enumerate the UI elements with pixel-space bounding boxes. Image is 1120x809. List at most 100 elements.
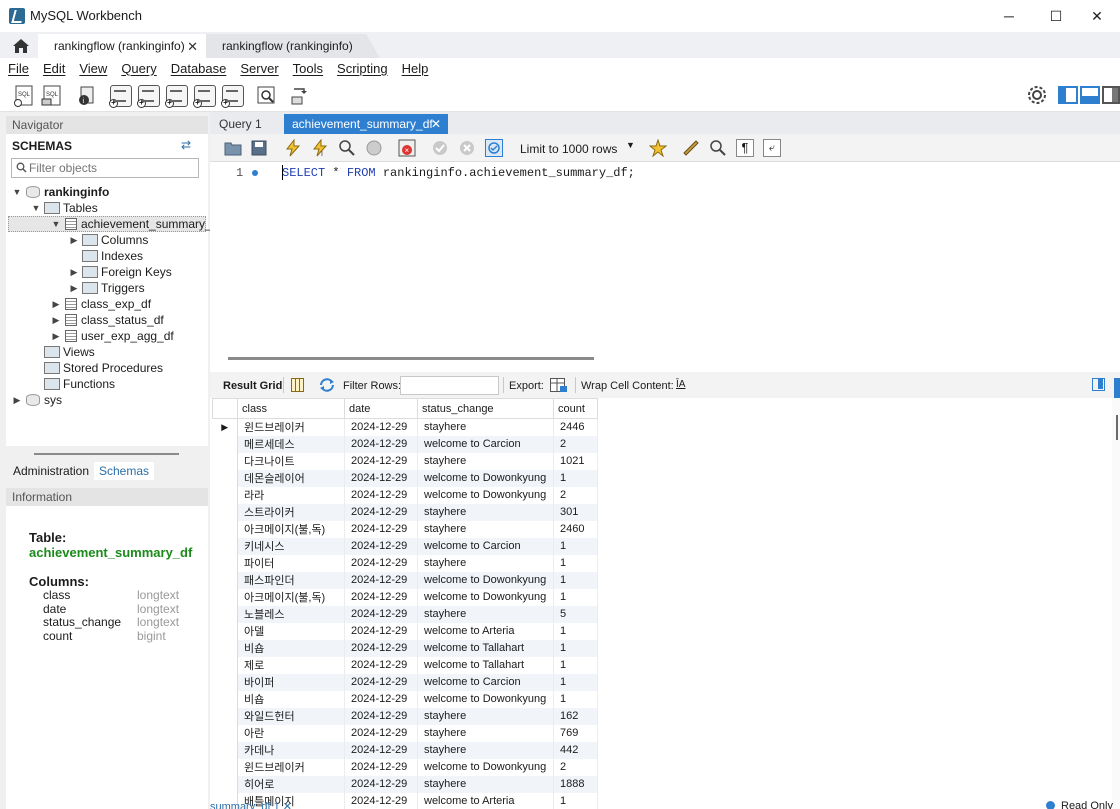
explain-icon[interactable] [338, 139, 356, 157]
table-cell[interactable]: 2 [553, 486, 598, 504]
filter-objects-input[interactable] [29, 160, 194, 176]
table-cell[interactable]: 비숍 [237, 690, 345, 708]
table-cell[interactable]: 2024-12-29 [344, 520, 418, 538]
tree-functions[interactable]: Functions [31, 376, 115, 392]
table-cell[interactable]: 1 [553, 690, 598, 708]
table-row[interactable]: 파이터 2024-12-29 stayhere 1 [212, 554, 598, 572]
table-cell[interactable]: stayhere [417, 707, 554, 725]
new-sql-tab-icon[interactable]: SQL [13, 85, 35, 107]
tree-triggers[interactable]: ▶ Triggers [69, 280, 145, 296]
table-cell[interactable]: 2024-12-29 [344, 792, 418, 809]
table-cell[interactable]: welcome to Dowonkyung [417, 690, 554, 708]
create-function-icon[interactable]: + [221, 85, 244, 108]
table-cell[interactable]: 2024-12-29 [344, 452, 418, 470]
tree-stored-procedures[interactable]: Stored Procedures [31, 360, 163, 376]
table-row[interactable]: 아델 2024-12-29 welcome to Arteria 1 [212, 622, 598, 640]
connection-tab[interactable]: rankingflow (rankinginfo) [206, 34, 380, 58]
table-cell[interactable]: 2 [553, 435, 598, 453]
table-row[interactable]: 바이퍼 2024-12-29 welcome to Carcion 1 [212, 673, 598, 691]
table-cell[interactable]: 769 [553, 724, 598, 742]
table-cell[interactable]: 442 [553, 741, 598, 759]
column-header-status-change[interactable]: status_change [417, 398, 554, 419]
table-cell[interactable]: 라라 [237, 486, 345, 504]
table-cell[interactable]: stayhere [417, 724, 554, 742]
column-header-count[interactable]: count [553, 398, 598, 419]
table-cell[interactable]: 아란 [237, 724, 345, 742]
table-cell[interactable]: 1 [553, 622, 598, 640]
row-header[interactable] [212, 639, 238, 657]
table-row[interactable]: 아크메이지(불,독) 2024-12-29 stayhere 2460 [212, 520, 598, 538]
row-header[interactable] [212, 605, 238, 623]
table-cell[interactable]: 히어로 [237, 775, 345, 793]
home-tab[interactable] [4, 34, 38, 58]
tree-indexes[interactable]: Indexes [69, 248, 143, 264]
inspector-icon[interactable]: i [76, 85, 98, 107]
open-file-icon[interactable] [224, 139, 242, 157]
table-cell[interactable]: 다크나이트 [237, 452, 345, 470]
create-table-icon[interactable]: + [137, 85, 160, 108]
rollback-icon[interactable] [458, 139, 476, 157]
table-cell[interactable]: 2024-12-29 [344, 707, 418, 725]
table-cell[interactable]: 1021 [553, 452, 598, 470]
table-row[interactable]: 와일드헌터 2024-12-29 stayhere 162 [212, 707, 598, 725]
table-row[interactable]: 스트라이커 2024-12-29 stayhere 301 [212, 503, 598, 521]
table-cell[interactable]: 1 [553, 469, 598, 487]
table-row[interactable]: 비숍 2024-12-29 welcome to Tallahart 1 [212, 639, 598, 657]
minimize-button[interactable]: ─ [986, 0, 1032, 32]
table-cell[interactable]: stayhere [417, 520, 554, 538]
execute-current-icon[interactable]: I [311, 138, 329, 158]
tree-columns[interactable]: ▶ Columns [69, 232, 149, 248]
table-cell[interactable]: 1 [553, 656, 598, 674]
table-cell[interactable]: 2024-12-29 [344, 418, 418, 436]
sql-editor[interactable] [210, 162, 1120, 352]
tree-foreign-keys[interactable]: ▶ Foreign Keys [69, 264, 172, 280]
filter-rows-input[interactable] [400, 376, 499, 395]
result-grid-table[interactable]: class date status_change count ▶ 윈드브레이커 20… [212, 398, 598, 809]
close-tab-icon[interactable]: ✕ [431, 114, 441, 134]
table-row[interactable]: 키네시스 2024-12-29 welcome to Carcion 1 [212, 537, 598, 555]
table-cell[interactable]: welcome to Dowonkyung [417, 469, 554, 487]
table-cell[interactable]: 5 [553, 605, 598, 623]
collapsed-arrow-icon[interactable]: ▶ [69, 232, 79, 248]
table-row[interactable]: 패스파인더 2024-12-29 welcome to Dowonkyung 1 [212, 571, 598, 589]
table-cell[interactable]: 2024-12-29 [344, 588, 418, 606]
row-header[interactable] [212, 741, 238, 759]
tree-tables[interactable]: ▼ Tables [31, 200, 98, 216]
table-cell[interactable]: 제로 [237, 656, 345, 674]
table-row[interactable]: 제로 2024-12-29 welcome to Tallahart 1 [212, 656, 598, 674]
menu-view[interactable]: View [79, 61, 107, 76]
result-grid-label[interactable]: Result Grid [223, 380, 282, 392]
find-icon[interactable] [709, 139, 727, 157]
table-cell[interactable]: 2024-12-29 [344, 605, 418, 623]
table-cell[interactable]: stayhere [417, 418, 554, 436]
table-cell[interactable]: 아크메이지(불,독) [237, 588, 345, 606]
table-cell[interactable]: stayhere [417, 452, 554, 470]
menu-scripting[interactable]: Scripting [337, 61, 388, 76]
table-cell[interactable]: 와일드헌터 [237, 707, 345, 725]
table-cell[interactable]: 301 [553, 503, 598, 521]
beautify-icon[interactable] [682, 139, 700, 157]
vertical-scrollbar-thumb[interactable] [1116, 415, 1118, 440]
table-cell[interactable]: 2024-12-29 [344, 554, 418, 572]
execute-icon[interactable] [284, 138, 302, 157]
limit-rows-select[interactable]: Limit to 1000 rows [514, 140, 638, 158]
table-cell[interactable]: 윈드브레이커 [237, 418, 345, 436]
close-button[interactable]: ✕ [1074, 0, 1120, 32]
row-header[interactable] [212, 435, 238, 453]
word-wrap-icon[interactable]: ⤶ [763, 139, 781, 157]
table-cell[interactable]: 아크메이지(불,독) [237, 520, 345, 538]
menu-file[interactable]: File [8, 61, 29, 76]
grid-view-icon[interactable] [291, 378, 304, 392]
table-cell[interactable]: 2024-12-29 [344, 639, 418, 657]
table-row[interactable]: 비숍 2024-12-29 welcome to Dowonkyung 1 [212, 690, 598, 708]
row-header[interactable] [212, 724, 238, 742]
menu-help[interactable]: Help [402, 61, 429, 76]
panel-scrollbar[interactable] [34, 453, 179, 455]
refresh-results-icon[interactable] [318, 377, 336, 393]
table-cell[interactable]: 패스파인더 [237, 571, 345, 589]
menu-query[interactable]: Query [121, 61, 156, 76]
save-icon[interactable] [250, 139, 268, 157]
tree-table-user-exp-agg-df[interactable]: ▶ user_exp_agg_df [51, 328, 174, 344]
autocommit-toggle-icon[interactable] [485, 139, 503, 157]
table-cell[interactable]: welcome to Dowonkyung [417, 588, 554, 606]
